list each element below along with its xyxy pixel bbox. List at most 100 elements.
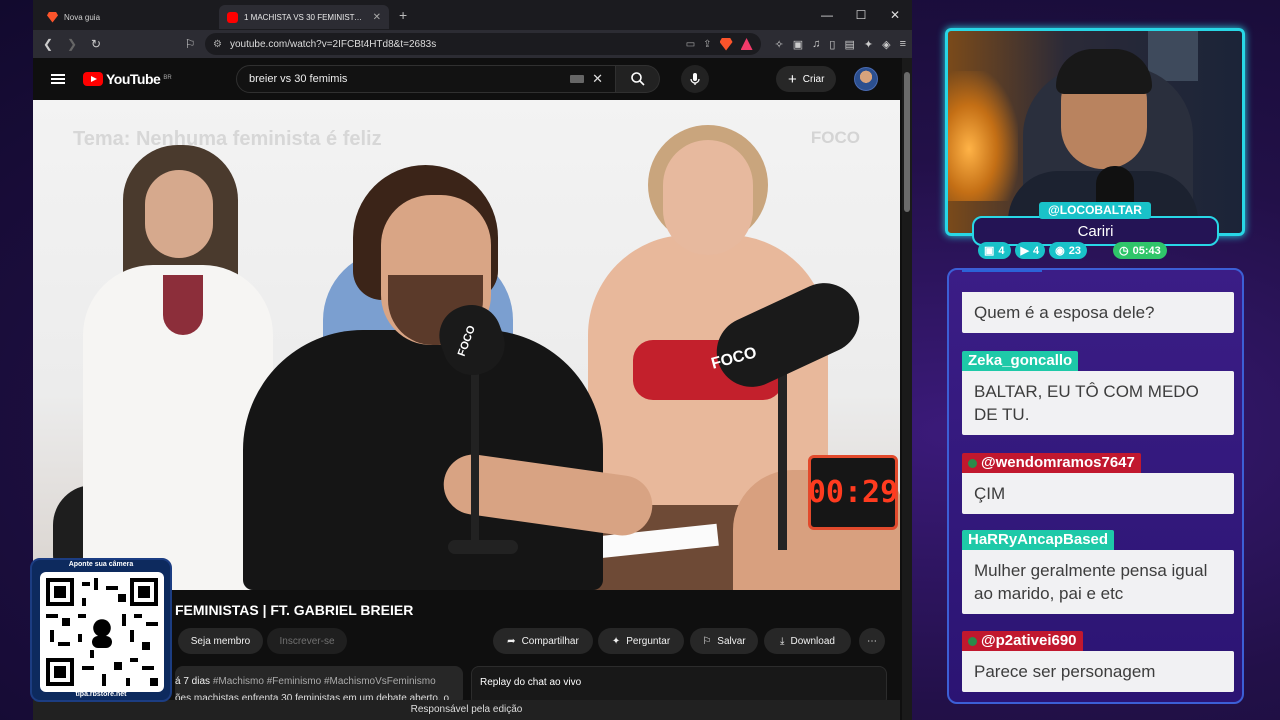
video-title: FEMINISTAS | FT. GABRIEL BREIER: [175, 602, 414, 618]
cast-icon[interactable]: ▭: [686, 39, 695, 50]
close-window-button[interactable]: ✕: [878, 0, 912, 30]
leo-icon[interactable]: ✦: [864, 38, 873, 51]
chat-message: Quem é a esposa dele?: [962, 270, 1234, 333]
screenshot-icon[interactable]: ▣: [793, 38, 803, 51]
platform-icon: [968, 458, 977, 468]
ask-button[interactable]: ✦ Perguntar: [598, 628, 684, 654]
vpn-icon[interactable]: ◈: [882, 38, 890, 51]
shield-icon[interactable]: [719, 37, 733, 51]
chat-text: Parece ser personagem: [962, 651, 1234, 692]
more-button[interactable]: ⋯: [859, 628, 885, 654]
reload-icon[interactable]: ↻: [87, 37, 105, 51]
edit-credit-text: Responsável pela edição: [410, 704, 523, 715]
kick-viewers: ◉ 23: [1049, 242, 1087, 259]
qr-code: [40, 572, 164, 692]
search-bar: breier vs 30 femimis ✕: [236, 65, 660, 93]
download-button[interactable]: ⤓ Download: [764, 628, 851, 654]
extensions-icon[interactable]: ✧: [775, 38, 784, 51]
avatar[interactable]: [854, 67, 878, 91]
edit-credit-bar: Responsável pela edição: [33, 700, 900, 720]
back-icon[interactable]: ❮: [39, 37, 57, 51]
address-bar[interactable]: ⚙ youtube.com/watch?v=2IFCBt4HTd8&t=2683…: [205, 33, 761, 55]
wallet-icon[interactable]: ▤: [844, 38, 854, 51]
page-scrollbar[interactable]: [902, 58, 912, 720]
rewards-icon[interactable]: [740, 38, 753, 50]
youtube-header: YouTube BR breier vs 30 femimis ✕ + Cria…: [33, 58, 912, 100]
chat-text: Quem é a esposa dele?: [962, 292, 1234, 333]
youtube-icon: ▶: [1020, 245, 1029, 257]
chat-username: @wendomramos7647: [962, 453, 1141, 473]
stream-uptime: ◷ 05:43: [1112, 242, 1167, 259]
youtube-play-icon: [83, 72, 103, 86]
search-query: breier vs 30 femimis: [249, 73, 348, 85]
download-icon: ⤓: [780, 635, 785, 647]
create-label: Criar: [802, 73, 825, 85]
chat-overlay: Quem é a esposa dele? Zeka_goncallo BALT…: [947, 268, 1244, 704]
extensions-area: ✧ ▣ ♫ ▯ ▤ ✦ ◈ ≡: [775, 38, 906, 51]
sidebar-icon[interactable]: ▯: [829, 38, 835, 51]
chat-username: @p2ativei690: [962, 631, 1083, 651]
bookmark-icon: ⚐: [702, 635, 712, 647]
url-text: youtube.com/watch?v=2IFCBt4HTd8&t=2683s: [229, 38, 437, 50]
tab-bar: Nova guia 1 MACHISTA VS 30 FEMINISTAS | …: [33, 0, 912, 30]
video-watermark-logo: FOCO: [810, 128, 860, 147]
clock-icon: ◷: [1118, 245, 1129, 257]
timer-display: 00:29: [808, 455, 898, 530]
chat-text: BALTAR, EU TÔ COM MEDO DE TU.: [962, 371, 1234, 435]
share-icon[interactable]: ⇪: [703, 39, 711, 50]
search-input[interactable]: breier vs 30 femimis ✕: [236, 65, 616, 93]
person-center: [243, 165, 673, 590]
join-button[interactable]: Seja membro: [178, 628, 263, 654]
chat-text: ÇIM: [962, 473, 1234, 514]
chat-message: @wendomramos7647 ÇIM: [962, 453, 1234, 514]
country-code: BR: [163, 75, 172, 81]
site-settings-icon[interactable]: ⚙: [213, 39, 222, 50]
twitch-icon: ▣: [984, 245, 995, 257]
logo-text: YouTube: [106, 71, 161, 87]
chat-message: @p2ativei690 Parece ser personagem: [962, 631, 1234, 692]
search-icon: [630, 72, 645, 86]
clear-search-icon[interactable]: ✕: [592, 71, 603, 87]
new-tab-button[interactable]: +: [399, 7, 407, 23]
search-button[interactable]: [616, 65, 660, 93]
video-player[interactable]: FOCO FOCO 00:29 Tema: Nenhuma feminista …: [33, 100, 900, 590]
chat-username: Zeka_goncallo: [962, 351, 1079, 371]
tab-title: Nova guia: [64, 12, 101, 22]
tab-new[interactable]: Nova guia: [39, 5, 215, 29]
chat-message: HaRRyAncapBased Mulher geralmente pensa …: [962, 530, 1234, 614]
scrollbar-thumb[interactable]: [904, 72, 910, 212]
qr-top-text: Aponte sua câmera: [68, 561, 134, 568]
youtube-icon: [227, 11, 238, 23]
forward-icon[interactable]: ❯: [63, 37, 81, 51]
qr-bottom-text: tipa.rbstore.net: [75, 691, 127, 698]
tab-title: 1 MACHISTA VS 30 FEMINISTAS | FT. GABRIE…: [244, 12, 367, 22]
maximize-button[interactable]: ☐: [844, 0, 878, 30]
video-watermark-title: Tema: Nenhuma feminista é feliz: [73, 128, 382, 150]
voice-search-button[interactable]: [681, 65, 709, 93]
browser-toolbar: ❮ ❯ ↻ ⚐ ⚙ youtube.com/watch?v=2IFCBt4HTd…: [33, 30, 912, 58]
streamer-handle: @LOCOBALTAR: [1039, 202, 1151, 219]
close-tab-icon[interactable]: ✕: [373, 12, 381, 23]
chat-message: Zeka_goncallo BALTAR, EU TÔ COM MEDO DE …: [962, 351, 1234, 435]
create-button[interactable]: + Criar: [776, 66, 837, 92]
save-button[interactable]: ⚐ Salvar: [690, 628, 758, 654]
bookmark-icon[interactable]: ⚐: [181, 37, 199, 51]
kick-icon: ◉: [1055, 245, 1065, 257]
qr-code-icon: [46, 578, 158, 686]
keyboard-icon[interactable]: [570, 75, 585, 83]
subscribe-button[interactable]: Inscrever-se: [267, 628, 347, 654]
share-button[interactable]: ➦ Compartilhar: [493, 628, 593, 654]
music-icon[interactable]: ♫: [812, 38, 820, 51]
upload-date: á 7 dias: [175, 676, 211, 687]
hamburger-icon[interactable]: [51, 74, 65, 84]
youtube-logo[interactable]: YouTube BR: [83, 71, 172, 87]
twitch-viewers: ▣ 4: [978, 242, 1011, 259]
minimize-button[interactable]: —: [810, 0, 844, 30]
viewer-stats: ▣ 4 ▶ 4 ◉ 23 ◷ 05:43: [978, 242, 1208, 260]
menu-icon[interactable]: ≡: [900, 38, 906, 51]
chat-username: HaRRyAncapBased: [962, 530, 1115, 550]
platform-icon: [968, 636, 977, 646]
tab-youtube[interactable]: 1 MACHISTA VS 30 FEMINISTAS | FT. GABRIE…: [219, 5, 389, 29]
share-icon: ➦: [507, 635, 516, 647]
chat-user-stub: [962, 270, 1042, 272]
